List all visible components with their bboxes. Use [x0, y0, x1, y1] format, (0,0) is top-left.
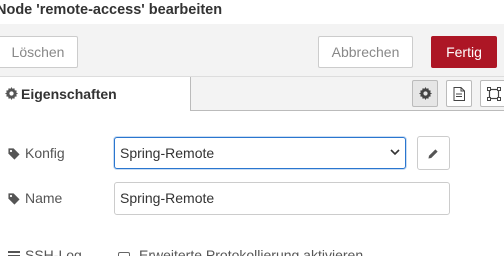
name-input[interactable]: Spring-Remote	[114, 182, 450, 215]
dialog-toolbar: Löschen Abbrechen Fertig	[0, 24, 504, 77]
list-icon	[8, 251, 20, 256]
verbose-logging-checkbox[interactable]	[118, 252, 130, 256]
done-button[interactable]: Fertig	[431, 36, 497, 68]
tab-description-button[interactable]	[446, 80, 472, 107]
name-label: Name	[25, 190, 63, 206]
tab-properties-label: Eigenschaften	[21, 86, 117, 102]
tab-settings-button[interactable]	[412, 80, 438, 107]
gear-icon	[5, 87, 18, 100]
tab-properties[interactable]: Eigenschaften	[0, 77, 191, 111]
gear-icon	[419, 87, 432, 100]
cancel-button[interactable]: Abbrechen	[318, 36, 413, 68]
tabs-bar: Eigenschaften	[0, 77, 504, 111]
edit-dialog: Node 'remote-access' bearbeiten Löschen …	[0, 0, 504, 256]
config-select[interactable]: Spring-Remote	[114, 137, 406, 169]
description-icon	[453, 87, 465, 101]
tab-appearance-button[interactable]	[480, 80, 504, 107]
appearance-icon	[487, 87, 501, 101]
tag-icon	[8, 193, 20, 205]
pencil-icon	[428, 148, 439, 159]
tag-icon	[8, 148, 20, 160]
ssh-log-row: SSH-Log Erweiterte Protokollierung aktiv…	[8, 247, 504, 256]
config-select-value: Spring-Remote	[120, 145, 215, 161]
delete-button[interactable]: Löschen	[0, 36, 78, 68]
config-label: Konfig	[25, 145, 65, 161]
chevron-down-icon	[390, 149, 400, 156]
dialog-title: Node 'remote-access' bearbeiten	[0, 2, 223, 18]
verbose-logging-label[interactable]: Erweiterte Protokollierung aktivieren	[139, 247, 363, 256]
ssh-log-label: SSH-Log	[25, 247, 82, 256]
edit-config-button[interactable]	[417, 136, 450, 170]
